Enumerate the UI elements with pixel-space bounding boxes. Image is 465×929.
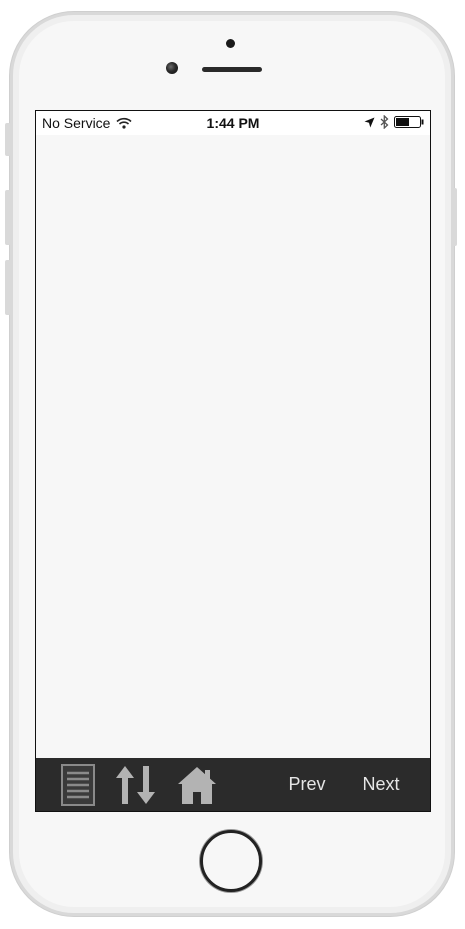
front-camera-icon: [166, 62, 178, 74]
status-bar: No Service 1:44 PM: [36, 111, 430, 135]
home-icon: [178, 766, 216, 804]
bluetooth-icon: [380, 115, 389, 129]
screen: No Service 1:44 PM Prev Next: [35, 110, 431, 812]
proximity-sensor: [226, 39, 235, 48]
bottom-toolbar: Prev Next: [36, 758, 430, 811]
content-area: [36, 135, 430, 758]
location-arrow-icon: [364, 117, 375, 127]
earpiece-speaker: [202, 67, 262, 72]
mute-switch: [5, 123, 11, 156]
prev-button[interactable]: Prev: [280, 758, 334, 811]
battery-icon: [394, 116, 424, 128]
status-right: [364, 115, 424, 129]
sort-arrows-icon: [116, 765, 155, 804]
home-nav-button[interactable]: [174, 758, 220, 811]
volume-down-button: [5, 260, 11, 315]
hardware-home-button[interactable]: [200, 830, 262, 892]
list-button[interactable]: [60, 758, 96, 811]
list-icon: [61, 763, 95, 806]
sort-button[interactable]: [112, 758, 160, 811]
power-button: [451, 188, 457, 246]
volume-up-button: [5, 190, 11, 245]
next-button[interactable]: Next: [354, 758, 408, 811]
